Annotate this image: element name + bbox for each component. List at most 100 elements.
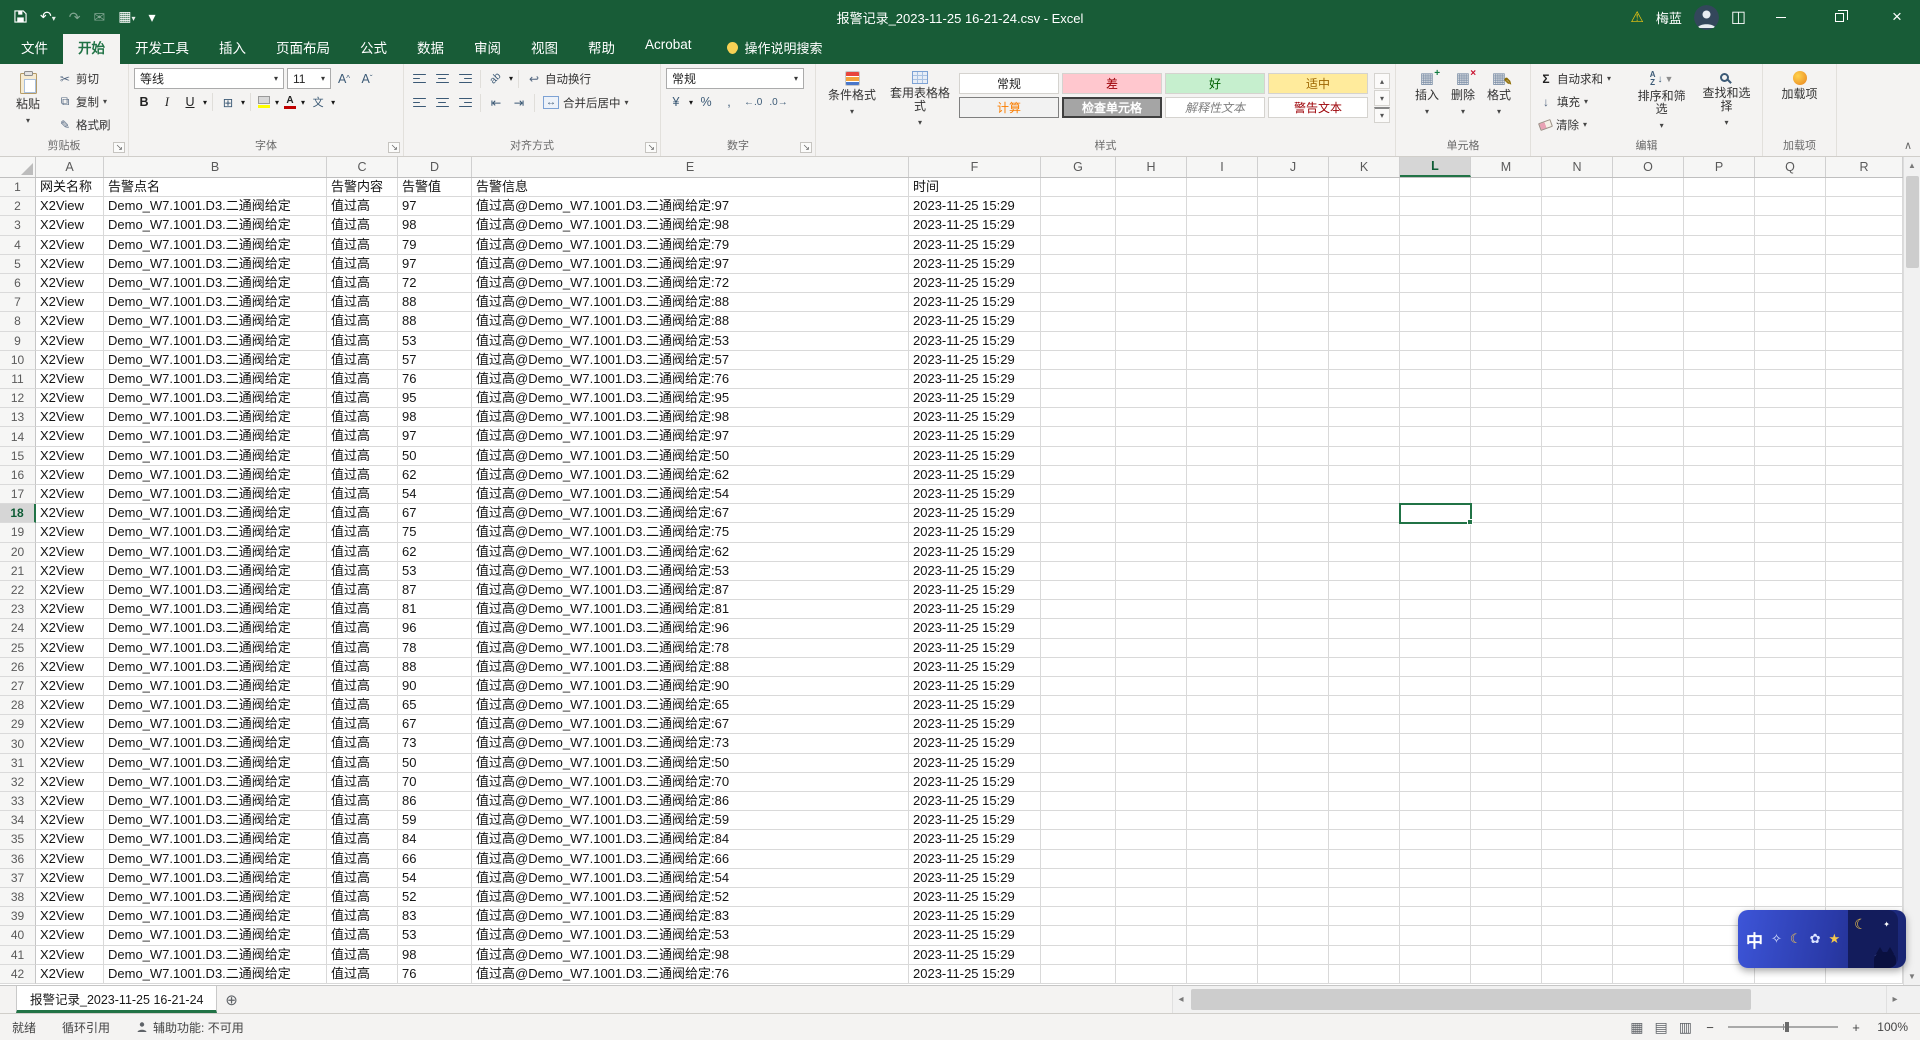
cell-J37[interactable]	[1258, 869, 1329, 888]
ribbon-tab-6[interactable]: 数据	[402, 31, 459, 64]
cell-F36[interactable]: 2023-11-25 15:29	[909, 850, 1041, 869]
cell-C13[interactable]: 值过高	[327, 408, 398, 427]
cell-A41[interactable]: X2View	[36, 946, 104, 965]
cell-L15[interactable]	[1400, 447, 1471, 466]
cell-C25[interactable]: 值过高	[327, 639, 398, 658]
cell-L28[interactable]	[1400, 696, 1471, 715]
cell-J36[interactable]	[1258, 850, 1329, 869]
cell-I37[interactable]	[1187, 869, 1258, 888]
cell-J4[interactable]	[1258, 236, 1329, 255]
qat-customize-icon[interactable]: ▾	[148, 10, 155, 24]
row-header-8[interactable]: 8	[0, 312, 36, 331]
cell-J5[interactable]	[1258, 255, 1329, 274]
cell-style-chip-calc[interactable]: 计算	[959, 97, 1059, 118]
cell-M32[interactable]	[1471, 773, 1542, 792]
cell-R37[interactable]	[1826, 869, 1903, 888]
cell-R8[interactable]	[1826, 312, 1903, 331]
cell-R11[interactable]	[1826, 370, 1903, 389]
cell-P30[interactable]	[1684, 734, 1755, 753]
cell-J35[interactable]	[1258, 830, 1329, 849]
cell-F7[interactable]: 2023-11-25 15:29	[909, 293, 1041, 312]
cell-N29[interactable]	[1542, 715, 1613, 734]
cell-B29[interactable]: Demo_W7.1001.D3.二通阀给定	[104, 715, 327, 734]
autosum-button[interactable]: Σ自动求和▾	[1536, 68, 1627, 89]
cell-D26[interactable]: 88	[398, 658, 472, 677]
decrease-font-button[interactable]: Aˇ	[357, 69, 377, 89]
percent-button[interactable]: %	[696, 92, 716, 112]
cell-P2[interactable]	[1684, 197, 1755, 216]
cell-D17[interactable]: 54	[398, 485, 472, 504]
cell-M36[interactable]	[1471, 850, 1542, 869]
cell-N3[interactable]	[1542, 216, 1613, 235]
cell-H36[interactable]	[1116, 850, 1187, 869]
cell-R25[interactable]	[1826, 639, 1903, 658]
cell-A3[interactable]: X2View	[36, 216, 104, 235]
cell-A24[interactable]: X2View	[36, 619, 104, 638]
cell-Q14[interactable]	[1755, 427, 1826, 446]
column-header-F[interactable]: F	[909, 157, 1041, 177]
cell-O10[interactable]	[1613, 351, 1684, 370]
cell-H13[interactable]	[1116, 408, 1187, 427]
cell-P38[interactable]	[1684, 888, 1755, 907]
cell-H26[interactable]	[1116, 658, 1187, 677]
cell-A5[interactable]: X2View	[36, 255, 104, 274]
cell-L10[interactable]	[1400, 351, 1471, 370]
cell-P35[interactable]	[1684, 830, 1755, 849]
cell-D15[interactable]: 50	[398, 447, 472, 466]
cell-L20[interactable]	[1400, 543, 1471, 562]
cell-H10[interactable]	[1116, 351, 1187, 370]
row-header-5[interactable]: 5	[0, 255, 36, 274]
cell-I39[interactable]	[1187, 907, 1258, 926]
cell-Q30[interactable]	[1755, 734, 1826, 753]
cell-H37[interactable]	[1116, 869, 1187, 888]
cell-R16[interactable]	[1826, 466, 1903, 485]
cell-F35[interactable]: 2023-11-25 15:29	[909, 830, 1041, 849]
cell-I23[interactable]	[1187, 600, 1258, 619]
cell-E23[interactable]: 值过高@Demo_W7.1001.D3.二通阀给定:81	[472, 600, 909, 619]
cell-L40[interactable]	[1400, 926, 1471, 945]
cell-R6[interactable]	[1826, 274, 1903, 293]
cell-G16[interactable]	[1041, 466, 1116, 485]
cell-O7[interactable]	[1613, 293, 1684, 312]
cell-C4[interactable]: 值过高	[327, 236, 398, 255]
cell-L32[interactable]	[1400, 773, 1471, 792]
cell-H20[interactable]	[1116, 543, 1187, 562]
cell-A8[interactable]: X2View	[36, 312, 104, 331]
cell-L42[interactable]	[1400, 965, 1471, 984]
cell-N5[interactable]	[1542, 255, 1613, 274]
cell-I12[interactable]	[1187, 389, 1258, 408]
save-icon[interactable]	[14, 10, 27, 25]
column-header-K[interactable]: K	[1329, 157, 1400, 177]
cell-B16[interactable]: Demo_W7.1001.D3.二通阀给定	[104, 466, 327, 485]
row-header-29[interactable]: 29	[0, 715, 36, 734]
cell-H16[interactable]	[1116, 466, 1187, 485]
cell-D37[interactable]: 54	[398, 869, 472, 888]
cell-E9[interactable]: 值过高@Demo_W7.1001.D3.二通阀给定:53	[472, 332, 909, 351]
align-top-button[interactable]	[409, 69, 429, 89]
cell-K13[interactable]	[1329, 408, 1400, 427]
hscroll-right-button[interactable]: ▸	[1886, 986, 1903, 1013]
cell-E38[interactable]: 值过高@Demo_W7.1001.D3.二通阀给定:52	[472, 888, 909, 907]
ribbon-tab-7[interactable]: 审阅	[459, 31, 516, 64]
column-header-M[interactable]: M	[1471, 157, 1542, 177]
cell-L41[interactable]	[1400, 946, 1471, 965]
cell-P12[interactable]	[1684, 389, 1755, 408]
cell-Q2[interactable]	[1755, 197, 1826, 216]
cell-K22[interactable]	[1329, 581, 1400, 600]
cell-P13[interactable]	[1684, 408, 1755, 427]
cell-D11[interactable]: 76	[398, 370, 472, 389]
format-as-table-button[interactable]: 套用表格格式 ▾	[887, 68, 953, 132]
cell-A4[interactable]: X2View	[36, 236, 104, 255]
cell-D7[interactable]: 88	[398, 293, 472, 312]
font-dialog-launcher[interactable]: ↘	[388, 142, 400, 153]
cell-H40[interactable]	[1116, 926, 1187, 945]
align-right-button[interactable]	[455, 93, 475, 113]
cell-E41[interactable]: 值过高@Demo_W7.1001.D3.二通阀给定:98	[472, 946, 909, 965]
cell-C15[interactable]: 值过高	[327, 447, 398, 466]
cell-O36[interactable]	[1613, 850, 1684, 869]
cell-M15[interactable]	[1471, 447, 1542, 466]
cell-H21[interactable]	[1116, 562, 1187, 581]
cell-M2[interactable]	[1471, 197, 1542, 216]
cell-P16[interactable]	[1684, 466, 1755, 485]
vscroll-down-button[interactable]: ▼	[1904, 968, 1920, 985]
